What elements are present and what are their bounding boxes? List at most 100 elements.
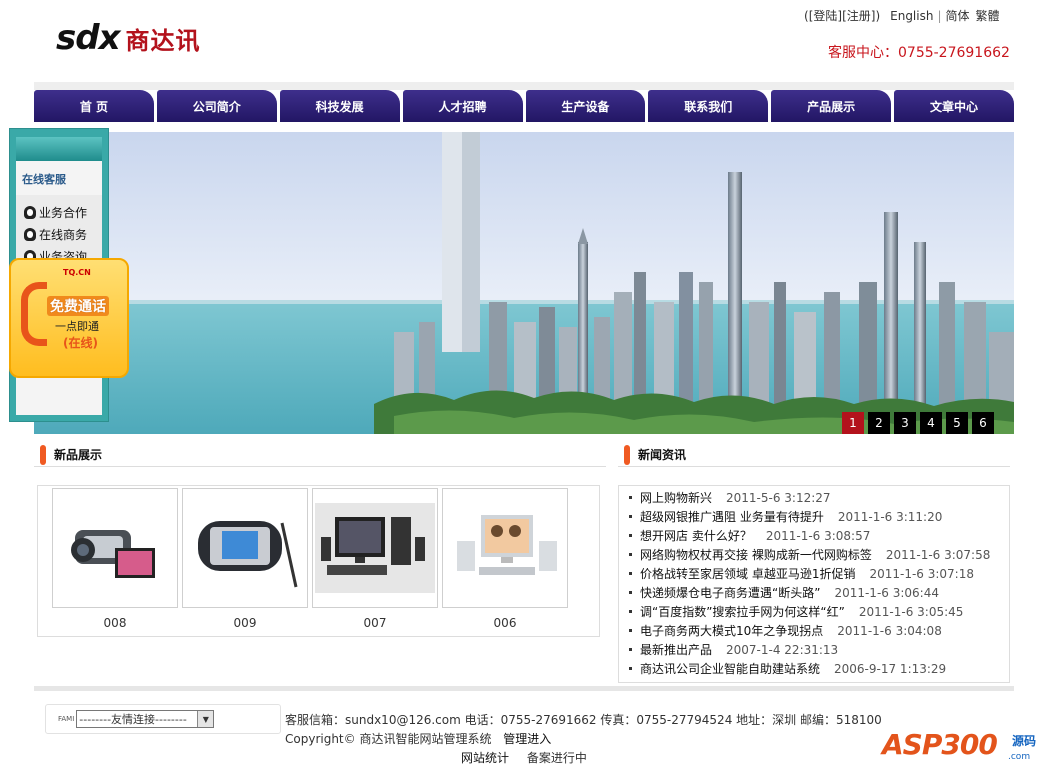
copyright-text: Copyright© 商达讯智能网站管理系统 (285, 732, 492, 746)
nav-item-products[interactable]: 产品展示 (771, 90, 892, 122)
qq-icon (24, 205, 36, 219)
register-link[interactable]: [注册] (842, 7, 875, 24)
product-item[interactable]: 006 (442, 488, 568, 630)
city-skyline-image (34, 132, 1014, 434)
nav-item-equipment[interactable]: 生产设备 (525, 90, 646, 122)
product-item[interactable]: 009 (182, 488, 308, 630)
list-item[interactable]: 网上购物新兴 2011-5-6 3:12:27 (629, 488, 1009, 507)
banner-pager: 1 2 3 4 5 6 (842, 412, 994, 434)
nav-item-tech[interactable]: 科技发展 (279, 90, 400, 122)
list-item[interactable]: 网络购物权杖再交接 裸购成新一代网购标签 2011-1-6 3:07:58 (629, 545, 1009, 564)
simplified-link[interactable]: 简体 (946, 7, 970, 24)
bullet-icon (629, 591, 632, 594)
hotline-text: 客服中心：0755-27691662 (828, 45, 1010, 61)
links-label: FAMI (58, 715, 75, 723)
stats-link[interactable]: 网站统计 (461, 751, 509, 765)
list-item[interactable]: 超级网银推广遇阻 业务量有待提升 2011-1-6 3:11:20 (629, 507, 1009, 526)
traditional-link[interactable]: 繁體 (976, 7, 1000, 24)
nav-item-contact[interactable]: 联系我们 (648, 90, 769, 122)
list-item[interactable]: 想开网店 卖什么好？ 2011-1-6 3:08:57 (629, 526, 1009, 545)
bullet-icon (629, 496, 632, 499)
bullet-icon (629, 629, 632, 632)
news-date: 2006-9-17 1:13:29 (834, 661, 947, 676)
login-link[interactable]: [登陆] (809, 7, 842, 24)
news-date: 2011-1-6 3:08:57 (765, 528, 871, 543)
banner-slideshow[interactable]: 1 2 3 4 5 6 (34, 132, 1014, 434)
list-item[interactable]: 最新推出产品 2007-1-4 22:31:13 (629, 640, 1009, 659)
asp300-domain: .com (1008, 752, 1031, 762)
nav-item-home[interactable]: 首 页 (34, 90, 154, 122)
dropdown-arrow-icon[interactable]: ▼ (197, 711, 214, 727)
news-link[interactable]: 商达讯公司企业智能自助建站系统 (640, 660, 820, 677)
news-link[interactable]: 快递频爆仓电子商务遭遇“断头路” (640, 584, 820, 601)
news-link[interactable]: 想开网店 卖什么好？ (640, 527, 752, 544)
friend-links-box: FAMI --------友情连接-------- ▼ (45, 704, 281, 734)
pager-button-1[interactable]: 1 (842, 412, 864, 434)
nav-background (34, 82, 1014, 90)
pager-button-5[interactable]: 5 (946, 412, 968, 434)
bullet-icon (629, 648, 632, 651)
pda-icon[interactable] (182, 488, 308, 608)
list-item[interactable]: 电子商务两大模式10年之争现拐点 2011-1-6 3:04:08 (629, 621, 1009, 640)
news-link[interactable]: 超级网银推广遇阻 业务量有待提升 (640, 508, 824, 525)
bullet-icon (629, 667, 632, 670)
footer-contact: 客服信箱：sundx10@126.com 电话：0755-27691662 传真… (285, 713, 882, 727)
english-link[interactable]: English (890, 9, 933, 23)
call-subtitle: 一点即通 (55, 320, 99, 333)
admin-link[interactable]: 管理进入 (503, 732, 551, 746)
product-caption: 008 (103, 616, 127, 630)
site-logo[interactable]: sdx 商达讯 (56, 20, 201, 56)
list-item[interactable]: 商达讯公司企业智能自助建站系统 2006-9-17 1:13:29 (629, 659, 1009, 678)
family-pc-icon[interactable] (442, 488, 568, 608)
news-date: 2011-1-6 3:07:58 (885, 547, 991, 562)
pager-button-2[interactable]: 2 (868, 412, 890, 434)
call-status: (在线) (63, 336, 98, 350)
icp-text: 备案进行中 (526, 751, 587, 765)
list-item[interactable]: 价格战转至家居领域 卓越亚马逊1折促销 2011-1-6 3:07:18 (629, 564, 1009, 583)
news-link[interactable]: 网络购物权杖再交接 裸购成新一代网购标签 (640, 546, 872, 563)
news-link[interactable]: 网上购物新兴 (640, 489, 712, 506)
news-link[interactable]: 最新推出产品 (640, 641, 712, 658)
top-links: ( [登陆] [注册] ) English | 简体 繁體 (804, 7, 1000, 24)
service-item-cooperation[interactable]: 业务合作 (24, 201, 102, 223)
products-title: 新品展示 (54, 448, 103, 462)
pager-button-3[interactable]: 3 (894, 412, 916, 434)
product-item[interactable]: 008 (52, 488, 178, 630)
service-item-commerce[interactable]: 在线商务 (24, 223, 102, 245)
news-link[interactable]: 电子商务两大模式10年之争现拐点 (640, 622, 823, 639)
divider: | (937, 8, 942, 23)
list-item[interactable]: 快递频爆仓电子商务遭遇“断头路” 2011-1-6 3:06:44 (629, 583, 1009, 602)
nav-item-about[interactable]: 公司简介 (156, 90, 277, 122)
product-caption: 006 (493, 616, 517, 630)
bullet-icon (629, 610, 632, 613)
news-date: 2011-5-6 3:12:27 (726, 490, 831, 505)
footer-stats-line: 网站统计 备案进行中 (461, 749, 587, 766)
bullet-icon (629, 515, 632, 518)
nav-item-jobs[interactable]: 人才招聘 (402, 90, 523, 122)
news-date: 2011-1-6 3:05:45 (858, 604, 964, 619)
news-date: 2011-1-6 3:11:20 (837, 509, 943, 524)
desktop-pc-icon[interactable] (312, 488, 438, 608)
free-call-button[interactable]: TQ.CN 免费通话 一点即通 (在线) (9, 258, 129, 378)
camcorder-icon[interactable] (52, 488, 178, 608)
friend-links-select[interactable]: --------友情连接-------- ▼ (76, 710, 215, 728)
news-link[interactable]: 调“百度指数”搜索拉手网为何这样“红” (640, 603, 845, 620)
qq-icon (24, 227, 36, 241)
paren-close: ) (875, 8, 881, 23)
news-link[interactable]: 价格战转至家居领域 卓越亚马逊1折促销 (640, 565, 855, 582)
list-item[interactable]: 调“百度指数”搜索拉手网为何这样“红” 2011-1-6 3:05:45 (629, 602, 1009, 621)
pager-button-4[interactable]: 4 (920, 412, 942, 434)
news-list: 网上购物新兴 2011-5-6 3:12:27 超级网银推广遇阻 业务量有待提升 2… (618, 485, 1010, 683)
section-marker (624, 445, 630, 465)
news-date: 2011-1-6 3:06:44 (834, 585, 939, 600)
nav-item-articles[interactable]: 文章中心 (894, 90, 1014, 122)
bullet-icon (629, 572, 632, 575)
asp300-logo[interactable]: ASP300 (882, 728, 998, 761)
news-title: 新闻资讯 (638, 448, 687, 462)
products-box: 008 009 007 006 (37, 485, 600, 637)
main-nav: 首 页 公司简介 科技发展 人才招聘 生产设备 联系我们 产品展示 文章中心 (34, 90, 1014, 122)
product-item[interactable]: 007 (312, 488, 438, 630)
call-title: 免费通话 (47, 296, 109, 316)
pager-button-6[interactable]: 6 (972, 412, 994, 434)
logo-cn-text: 商达讯 (125, 26, 201, 55)
